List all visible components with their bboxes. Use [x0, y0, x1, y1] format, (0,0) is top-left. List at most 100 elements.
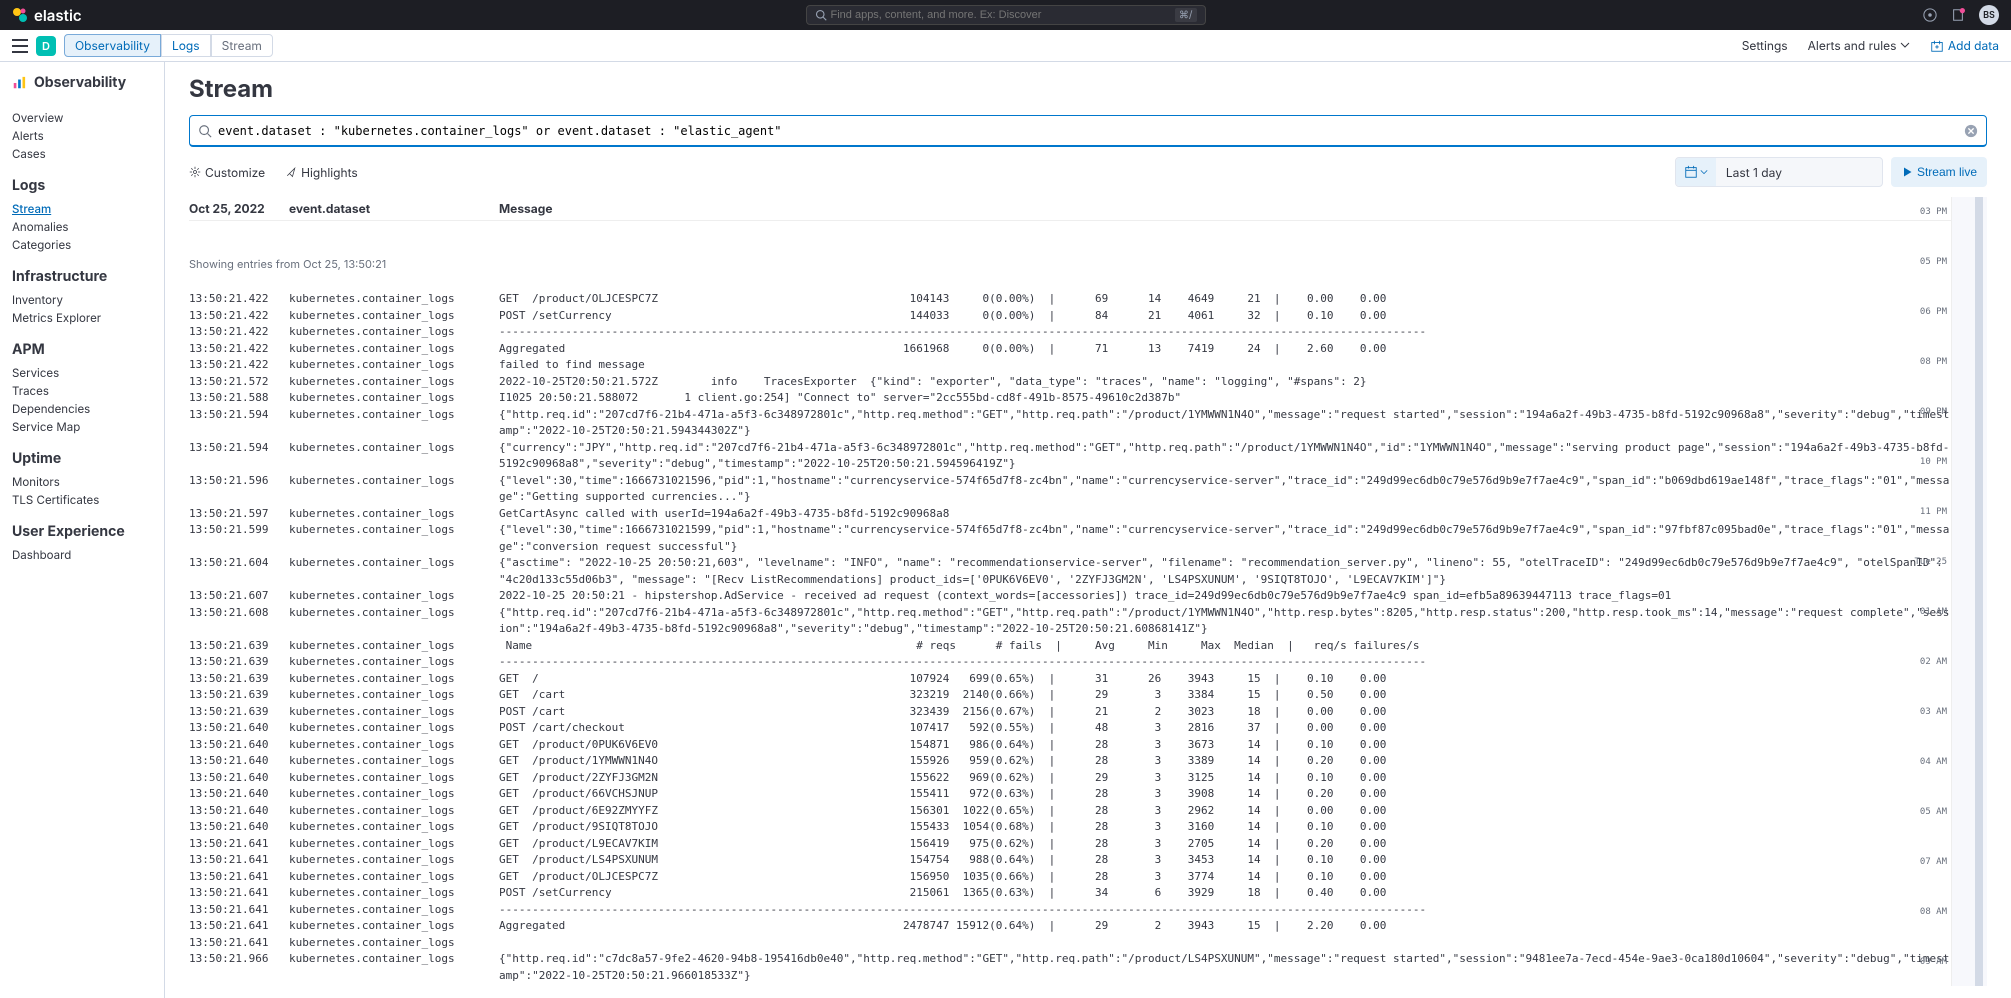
crumb-observability[interactable]: Observability	[64, 34, 161, 57]
sidebar-title: Observability	[12, 74, 152, 91]
user-avatar[interactable]: BS	[1979, 5, 1999, 25]
date-range-picker[interactable]: Last 1 day	[1675, 157, 1883, 187]
sidebar-item-service-map[interactable]: Service Map	[12, 418, 152, 436]
timeline-tick: 08 AM	[1920, 907, 1947, 917]
log-row[interactable]: 13:50:21.596kubernetes.container_logs{"l…	[189, 473, 1951, 506]
settings-link[interactable]: Settings	[1742, 38, 1788, 53]
sidebar-item-overview[interactable]: Overview	[12, 109, 152, 127]
customize-button[interactable]: Customize	[189, 165, 265, 180]
log-row[interactable]: 13:50:21.597kubernetes.container_logsGet…	[189, 506, 1951, 523]
query-input[interactable]	[218, 124, 1964, 138]
log-dataset: kubernetes.container_logs	[289, 324, 479, 341]
log-row[interactable]: 13:50:21.640kubernetes.container_logsPOS…	[189, 720, 1951, 737]
log-message: GET /product/0PUK6V6EV0 154871 986(0.64%…	[499, 737, 1951, 754]
sidebar-item-stream[interactable]: Stream	[12, 200, 152, 218]
sidebar-item-dependencies[interactable]: Dependencies	[12, 400, 152, 418]
log-row[interactable]: 13:50:21.639kubernetes.container_logs---…	[189, 654, 1951, 671]
log-row[interactable]: 13:50:21.572kubernetes.container_logs202…	[189, 374, 1951, 391]
sidebar-item-tls-certificates[interactable]: TLS Certificates	[12, 491, 152, 509]
log-timestamp: 13:50:21.604	[189, 555, 269, 588]
sidebar-item-categories[interactable]: Categories	[12, 236, 152, 254]
sidebar-item-monitors[interactable]: Monitors	[12, 473, 152, 491]
sidebar-item-traces[interactable]: Traces	[12, 382, 152, 400]
log-row[interactable]: 13:50:21.588kubernetes.container_logsI10…	[189, 390, 1951, 407]
log-timestamp: 13:50:21.641	[189, 885, 269, 902]
log-message: 2022-10-25 20:50:21 - hipstershop.AdServ…	[499, 588, 1951, 605]
sidebar-item-cases[interactable]: Cases	[12, 145, 152, 163]
log-message: Name # reqs # fails | Avg Min Max Median…	[499, 638, 1951, 655]
log-row[interactable]: 13:50:21.640kubernetes.container_logsGET…	[189, 737, 1951, 754]
log-row[interactable]: 13:50:21.422kubernetes.container_logsfai…	[189, 357, 1951, 374]
highlight-icon	[285, 166, 297, 178]
log-message: {"level":30,"time":1666731021596,"pid":1…	[499, 473, 1951, 506]
log-row[interactable]: 13:50:21.594kubernetes.container_logs{"c…	[189, 440, 1951, 473]
log-row[interactable]: 13:50:21.422kubernetes.container_logsAgg…	[189, 341, 1951, 358]
search-shortcut: ⌘/	[1175, 8, 1197, 22]
log-row[interactable]: 13:50:21.422kubernetes.container_logsGET…	[189, 291, 1951, 308]
col-header-dataset[interactable]: event.dataset	[289, 201, 479, 216]
add-data-link[interactable]: Add data	[1930, 38, 1999, 53]
log-row[interactable]: 13:50:21.639kubernetes.container_logsPOS…	[189, 704, 1951, 721]
sidebar-item-dashboard[interactable]: Dashboard	[12, 546, 152, 564]
breadcrumb: Observability Logs Stream	[64, 34, 273, 57]
log-row[interactable]: 13:50:21.640kubernetes.container_logsGET…	[189, 770, 1951, 787]
log-row[interactable]: 13:50:21.640kubernetes.container_logsGET…	[189, 786, 1951, 803]
log-row[interactable]: 13:50:21.966kubernetes.container_logs{"h…	[189, 951, 1951, 984]
clear-icon[interactable]	[1964, 124, 1978, 138]
log-row[interactable]: 13:50:21.641kubernetes.container_logsGET…	[189, 836, 1951, 853]
log-row[interactable]: 13:50:21.641kubernetes.container_logs	[189, 935, 1951, 952]
timeline-tick: 01 AM	[1920, 607, 1947, 617]
log-row[interactable]: 13:50:21.641kubernetes.container_logsGET…	[189, 852, 1951, 869]
crumb-logs[interactable]: Logs	[161, 34, 211, 57]
col-header-time[interactable]: Oct 25, 2022	[189, 201, 269, 216]
sidebar-item-inventory[interactable]: Inventory	[12, 291, 152, 309]
global-search[interactable]: ⌘/	[806, 5, 1206, 25]
space-badge[interactable]: D	[36, 36, 56, 56]
timeline-tick: 10 PM	[1920, 457, 1947, 467]
log-row[interactable]: 13:50:21.640kubernetes.container_logsGET…	[189, 803, 1951, 820]
timeline-tick: 03 AM	[1920, 707, 1947, 717]
sidebar-item-anomalies[interactable]: Anomalies	[12, 218, 152, 236]
toolbar: Customize Highlights Last 1 day Stream l…	[189, 147, 1987, 197]
log-timestamp: 13:50:21.640	[189, 737, 269, 754]
log-row[interactable]: 13:50:21.640kubernetes.container_logsGET…	[189, 819, 1951, 836]
log-row[interactable]: 13:50:21.599kubernetes.container_logs{"l…	[189, 522, 1951, 555]
log-row[interactable]: 13:50:21.641kubernetes.container_logsPOS…	[189, 885, 1951, 902]
log-row[interactable]: 13:50:21.641kubernetes.container_logsAgg…	[189, 918, 1951, 935]
log-message: GetCartAsync called with userId=194a6a2f…	[499, 506, 1951, 523]
minimap[interactable]: 03 PM05 PM06 PM08 PM09 PM10 PM11 PMTue 2…	[1951, 197, 1987, 986]
log-row[interactable]: 13:50:21.640kubernetes.container_logsGET…	[189, 753, 1951, 770]
col-header-message[interactable]: Message	[499, 201, 1951, 216]
log-message: GET /product/LS4PSXUNUM 154754 988(0.64%…	[499, 852, 1951, 869]
log-row[interactable]: 13:50:21.607kubernetes.container_logs202…	[189, 588, 1951, 605]
log-row[interactable]: 13:50:21.422kubernetes.container_logsPOS…	[189, 308, 1951, 325]
log-row[interactable]: 13:50:21.594kubernetes.container_logs{"h…	[189, 407, 1951, 440]
brand-logo[interactable]: elastic	[12, 6, 82, 25]
query-bar[interactable]	[189, 115, 1987, 147]
sidebar-item-metrics-explorer[interactable]: Metrics Explorer	[12, 309, 152, 327]
sidebar-item-services[interactable]: Services	[12, 364, 152, 382]
highlights-button[interactable]: Highlights	[285, 165, 358, 180]
log-message: GET /product/66VCHSJNUP 155411 972(0.63%…	[499, 786, 1951, 803]
app-subheader: D Observability Logs Stream Settings Ale…	[0, 30, 2011, 62]
log-row[interactable]: 13:50:21.641kubernetes.container_logs---…	[189, 902, 1951, 919]
log-row[interactable]: 13:50:21.639kubernetes.container_logsGET…	[189, 687, 1951, 704]
log-row[interactable]: 13:50:21.422kubernetes.container_logs---…	[189, 324, 1951, 341]
log-row[interactable]: 13:50:21.608kubernetes.container_logs{"h…	[189, 605, 1951, 638]
log-row[interactable]: 13:50:21.641kubernetes.container_logsGET…	[189, 869, 1951, 886]
log-row[interactable]: 13:50:21.604kubernetes.container_logs{"a…	[189, 555, 1951, 588]
log-timestamp: 13:50:21.641	[189, 902, 269, 919]
sidebar-item-alerts[interactable]: Alerts	[12, 127, 152, 145]
log-dataset: kubernetes.container_logs	[289, 605, 479, 638]
log-row[interactable]: 13:50:21.639kubernetes.container_logsGET…	[189, 671, 1951, 688]
alerts-rules-dropdown[interactable]: Alerts and rules	[1808, 38, 1910, 53]
log-dataset: kubernetes.container_logs	[289, 407, 479, 440]
log-message: GET /product/9SIQT8TOJO 155433 1054(0.68…	[499, 819, 1951, 836]
global-search-input[interactable]	[831, 9, 1175, 21]
stream-live-button[interactable]: Stream live	[1891, 157, 1987, 187]
brand-name: elastic	[34, 6, 82, 25]
newsfeed-icon[interactable]	[1951, 8, 1965, 22]
help-icon[interactable]	[1923, 8, 1937, 22]
log-row[interactable]: 13:50:21.639kubernetes.container_logs Na…	[189, 638, 1951, 655]
nav-toggle[interactable]	[12, 39, 28, 53]
